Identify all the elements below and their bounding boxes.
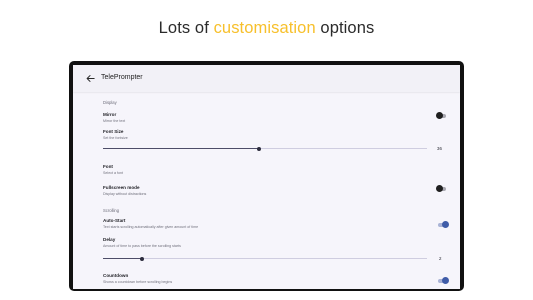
setting-auto-start-title: Auto-Start — [103, 218, 126, 223]
setting-font-subtitle: Select a font — [103, 171, 123, 175]
headline: Lots of customisation options — [0, 19, 533, 38]
fullscreen-toggle-knob — [436, 185, 443, 192]
section-header-display: Display — [103, 100, 117, 105]
font-size-slider-thumb[interactable] — [256, 146, 261, 151]
countdown-toggle-knob — [442, 277, 449, 284]
mirror-toggle-knob — [436, 112, 443, 119]
setting-auto-start-subtitle: Text starts scrolling automatically afte… — [103, 225, 199, 229]
delay-slider[interactable] — [103, 256, 427, 261]
delay-slider-fill — [103, 258, 142, 259]
fullscreen-toggle[interactable] — [436, 185, 446, 192]
mirror-toggle[interactable] — [436, 112, 446, 119]
app-screen: TelePrompter Display Mirror Mirror the t… — [73, 65, 460, 289]
delay-slider-thumb[interactable] — [139, 256, 144, 261]
app-title: TelePrompter — [101, 74, 143, 81]
setting-mirror-subtitle: Mirror the text — [103, 119, 126, 123]
app-bar: TelePrompter — [73, 65, 460, 92]
setting-delay-subtitle: Amount of time to pass before the scroll… — [103, 244, 181, 248]
setting-countdown-subtitle: Shows a countdown before scrolling begin… — [103, 280, 173, 284]
font-size-slider[interactable] — [103, 146, 427, 151]
headline-suffix: options — [315, 19, 375, 37]
countdown-toggle[interactable] — [438, 277, 449, 284]
setting-mirror-title: Mirror — [103, 112, 117, 117]
tablet-frame: TelePrompter Display Mirror Mirror the t… — [69, 61, 464, 291]
arrow-left-icon[interactable] — [85, 73, 96, 84]
settings-list: Display Mirror Mirror the text Font Size… — [73, 92, 460, 289]
setting-countdown-title: Countdown — [103, 273, 129, 278]
font-size-value: 36 — [437, 145, 442, 151]
setting-fullscreen-title: Fullscreen mode — [103, 185, 140, 190]
setting-font-title: Font — [103, 164, 113, 169]
setting-font-size-title: Font Size — [103, 129, 124, 134]
section-header-scrolling: Scrolling — [103, 208, 120, 213]
auto-start-toggle[interactable] — [438, 221, 449, 228]
headline-prefix: Lots of — [158, 19, 214, 37]
setting-font-size-subtitle: Set the fontsize — [103, 136, 128, 140]
setting-fullscreen-subtitle: Display without distractions — [103, 192, 147, 196]
font-size-slider-fill — [103, 148, 259, 149]
headline-highlight: customisation — [213, 19, 316, 37]
delay-value: 2 — [439, 255, 442, 261]
setting-delay-title: Delay — [103, 237, 116, 242]
auto-start-toggle-knob — [442, 221, 449, 228]
